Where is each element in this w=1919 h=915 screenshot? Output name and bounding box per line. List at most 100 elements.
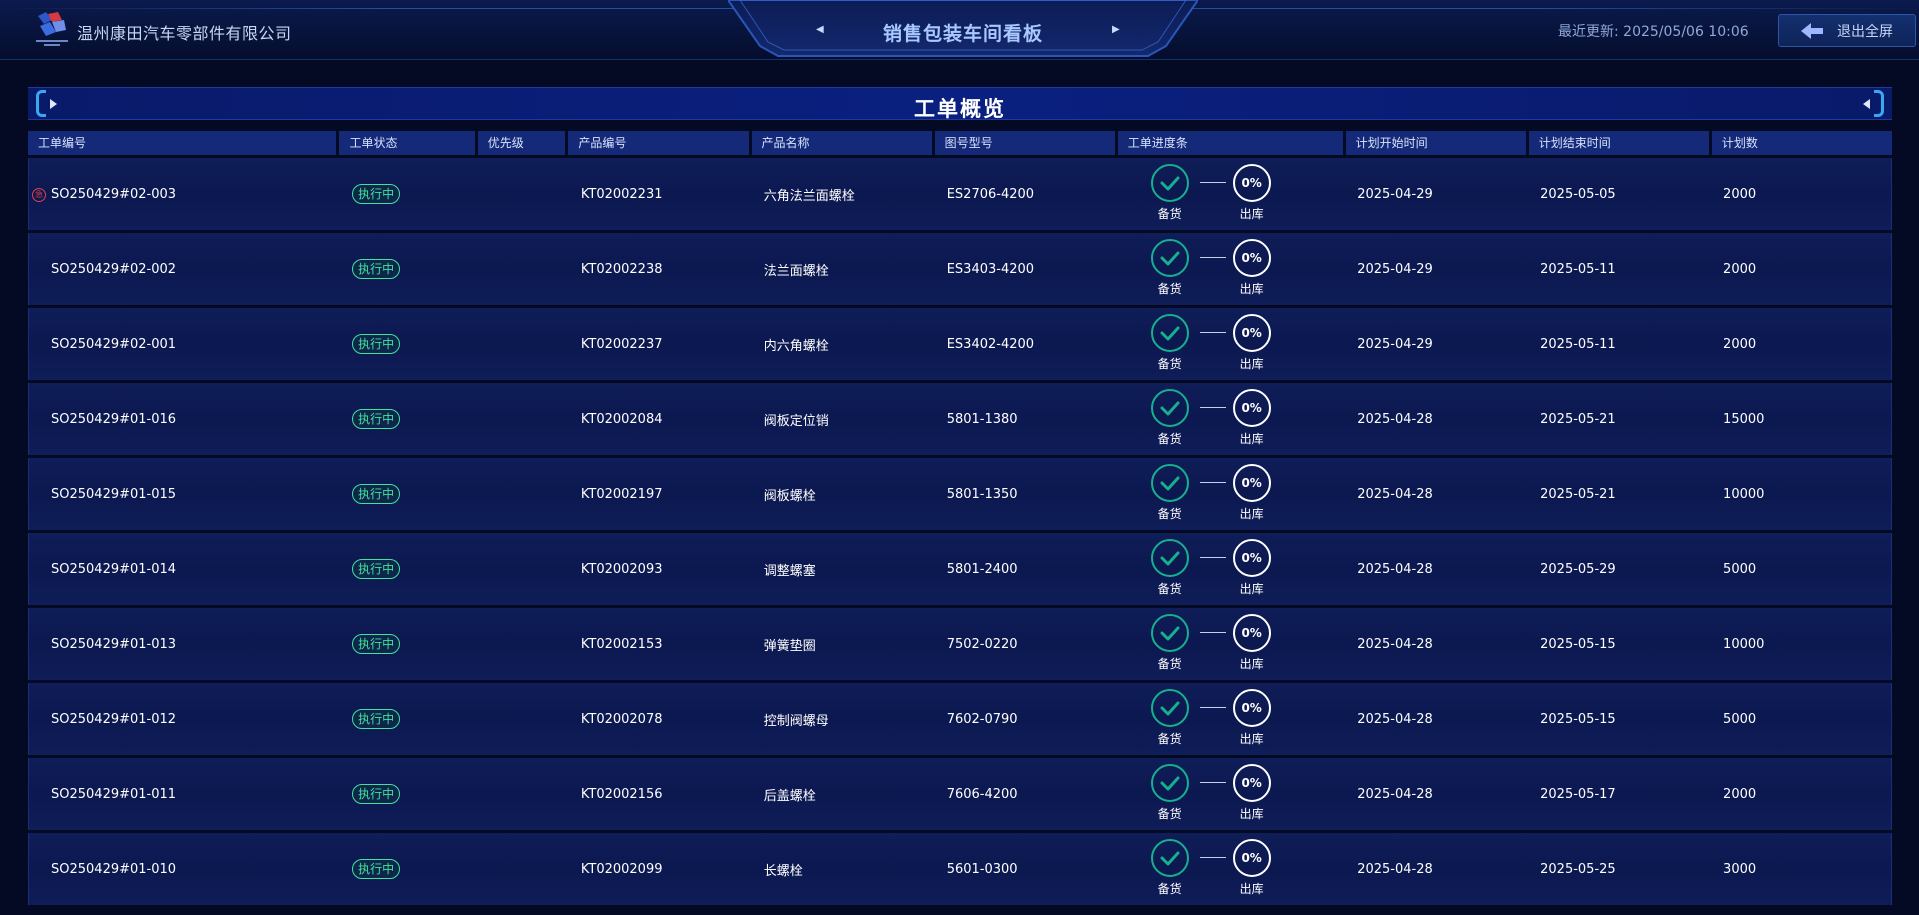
plan-start-cell: 2025-04-28 bbox=[1357, 786, 1433, 802]
exit-fullscreen-button[interactable]: 退出全屏 bbox=[1778, 14, 1916, 47]
top-header: 温州康田汽车零部件有限公司 ◀ 销售包装车间看板 ▶ 最近更新: 2025/05… bbox=[0, 0, 1919, 60]
drawing-number-cell: 5801-1380 bbox=[946, 411, 1018, 427]
order-number: SO250429#01-011 bbox=[51, 786, 177, 802]
status-cell: 执行中 bbox=[340, 334, 478, 354]
drawing-number-cell: 5801-2400 bbox=[946, 561, 1018, 577]
plan-start-cell: 2025-04-29 bbox=[1357, 186, 1433, 202]
product-code-cell: KT02002153 bbox=[580, 636, 663, 652]
plan-start-cell: 2025-04-28 bbox=[1357, 861, 1433, 877]
progress-percent: 0% bbox=[1232, 689, 1271, 727]
order-number-cell: 急 SO250429#02-003 bbox=[29, 187, 340, 202]
step-label: 备货 bbox=[1157, 282, 1182, 296]
check-icon bbox=[1150, 464, 1189, 502]
col-priority-header: 优先级 bbox=[477, 131, 566, 155]
plan-start-cell: 2025-04-29 bbox=[1357, 336, 1433, 352]
product-name-cell: 长螺栓 bbox=[763, 863, 803, 879]
dashboard-title: 销售包装车间看板 bbox=[882, 23, 1043, 45]
progress-cell: 备货 0% 出库 bbox=[1118, 689, 1346, 749]
progress-steps: 备货 0% 出库 bbox=[1118, 764, 1346, 824]
table-row[interactable]: SO250429#01-015 执行中 KT02002197 阀板螺栓 5801-135… bbox=[28, 458, 1892, 530]
plan-qty-cell: 10000 bbox=[1723, 636, 1765, 652]
progress-cell: 备货 0% 出库 bbox=[1118, 389, 1346, 449]
product-name-cell: 阀板螺栓 bbox=[763, 488, 816, 504]
table-row[interactable]: SO250429#01-011 执行中 KT02002156 后盖螺栓 7606-420… bbox=[28, 758, 1892, 830]
progress-cell: 备货 0% 出库 bbox=[1118, 839, 1346, 899]
status-badge: 执行中 bbox=[352, 259, 401, 279]
product-code-cell: KT02002237 bbox=[580, 336, 663, 352]
plan-start-cell: 2025-04-28 bbox=[1357, 636, 1433, 652]
step-label: 出库 bbox=[1239, 432, 1264, 446]
table-row[interactable]: SO250429#01-013 执行中 KT02002153 弹簧垫圈 7502-022… bbox=[28, 608, 1892, 680]
step-prepare: 备货 bbox=[1150, 839, 1190, 897]
step-connector bbox=[1199, 332, 1226, 333]
order-number: SO250429#02-002 bbox=[51, 261, 177, 277]
status-badge: 执行中 bbox=[352, 409, 401, 429]
order-number: SO250429#01-014 bbox=[51, 561, 177, 577]
progress-percent: 0% bbox=[1232, 539, 1271, 577]
status-badge: 执行中 bbox=[352, 559, 401, 579]
step-outbound: 0% 出库 bbox=[1232, 239, 1272, 297]
status-cell: 执行中 bbox=[340, 859, 478, 879]
table-row[interactable]: SO250429#01-016 执行中 KT02002084 阀板定位销 5801-13… bbox=[28, 383, 1892, 455]
plan-end-cell: 2025-05-11 bbox=[1540, 261, 1616, 277]
step-prepare: 备货 bbox=[1150, 614, 1190, 672]
plan-end-cell: 2025-05-25 bbox=[1540, 861, 1616, 877]
plan-start-cell: 2025-04-28 bbox=[1357, 711, 1433, 727]
order-number-cell: SO250429#01-013 bbox=[29, 637, 340, 652]
step-connector bbox=[1199, 257, 1226, 258]
table-row[interactable]: SO250429#01-012 执行中 KT02002078 控制阀螺母 7602-07… bbox=[28, 683, 1892, 755]
status-cell: 执行中 bbox=[340, 409, 478, 429]
step-label: 出库 bbox=[1239, 732, 1264, 746]
step-label: 备货 bbox=[1157, 582, 1182, 596]
step-connector bbox=[1199, 632, 1226, 633]
step-label: 出库 bbox=[1239, 207, 1264, 221]
check-icon bbox=[1150, 164, 1189, 202]
step-prepare: 备货 bbox=[1150, 464, 1190, 522]
step-outbound: 0% 出库 bbox=[1232, 314, 1272, 372]
order-number-cell: SO250429#01-014 bbox=[29, 562, 340, 577]
table-row[interactable]: SO250429#01-010 执行中 KT02002099 长螺栓 5601-0300… bbox=[28, 833, 1892, 905]
next-board-arrow[interactable]: ▶ bbox=[1112, 24, 1120, 35]
panel-title-bar: 工单概览 bbox=[28, 87, 1892, 121]
progress-steps: 备货 0% 出库 bbox=[1118, 389, 1346, 449]
plan-qty-cell: 2000 bbox=[1723, 261, 1757, 277]
order-number: SO250429#01-013 bbox=[51, 636, 177, 652]
progress-percent: 0% bbox=[1232, 314, 1271, 352]
step-connector bbox=[1199, 182, 1226, 183]
plan-qty-cell: 15000 bbox=[1723, 411, 1765, 427]
step-label: 出库 bbox=[1239, 357, 1264, 371]
step-label: 出库 bbox=[1239, 807, 1264, 821]
back-arrow-icon bbox=[1801, 22, 1823, 39]
step-label: 出库 bbox=[1239, 582, 1264, 596]
progress-cell: 备货 0% 出库 bbox=[1118, 239, 1346, 299]
progress-percent: 0% bbox=[1232, 239, 1271, 277]
check-icon bbox=[1150, 614, 1189, 652]
step-connector bbox=[1199, 557, 1226, 558]
step-label: 备货 bbox=[1157, 432, 1182, 446]
step-prepare: 备货 bbox=[1150, 314, 1190, 372]
progress-percent: 0% bbox=[1232, 464, 1271, 502]
plan-end-cell: 2025-05-11 bbox=[1540, 336, 1616, 352]
progress-steps: 备货 0% 出库 bbox=[1118, 689, 1346, 749]
step-connector bbox=[1199, 782, 1226, 783]
table-row[interactable]: 急 SO250429#02-003 执行中 KT02002231 六角法兰面螺栓 ES27… bbox=[28, 158, 1892, 230]
order-number: SO250429#01-015 bbox=[51, 486, 177, 502]
step-outbound: 0% 出库 bbox=[1232, 164, 1272, 222]
plan-end-cell: 2025-05-15 bbox=[1540, 636, 1616, 652]
product-name-cell: 六角法兰面螺栓 bbox=[763, 188, 855, 204]
table-row[interactable]: SO250429#02-002 执行中 KT02002238 法兰面螺栓 ES3403-… bbox=[28, 233, 1892, 305]
product-name-cell: 控制阀螺母 bbox=[763, 713, 829, 729]
plan-end-cell: 2025-05-17 bbox=[1540, 786, 1616, 802]
step-label: 备货 bbox=[1157, 657, 1182, 671]
drawing-number-cell: 7602-0790 bbox=[946, 711, 1018, 727]
table-row[interactable]: SO250429#02-001 执行中 KT02002237 内六角螺栓 ES3402-… bbox=[28, 308, 1892, 380]
step-outbound: 0% 出库 bbox=[1232, 689, 1272, 747]
drawing-number-cell: ES3402-4200 bbox=[946, 336, 1035, 352]
progress-cell: 备货 0% 出库 bbox=[1118, 314, 1346, 374]
panel-title: 工单概览 bbox=[914, 97, 1006, 121]
plan-qty-cell: 2000 bbox=[1723, 336, 1757, 352]
progress-cell: 备货 0% 出库 bbox=[1118, 539, 1346, 599]
col-start-header: 计划开始时间 bbox=[1345, 131, 1526, 155]
progress-steps: 备货 0% 出库 bbox=[1118, 839, 1346, 899]
table-row[interactable]: SO250429#01-014 执行中 KT02002093 调整螺塞 5801-240… bbox=[28, 533, 1892, 605]
